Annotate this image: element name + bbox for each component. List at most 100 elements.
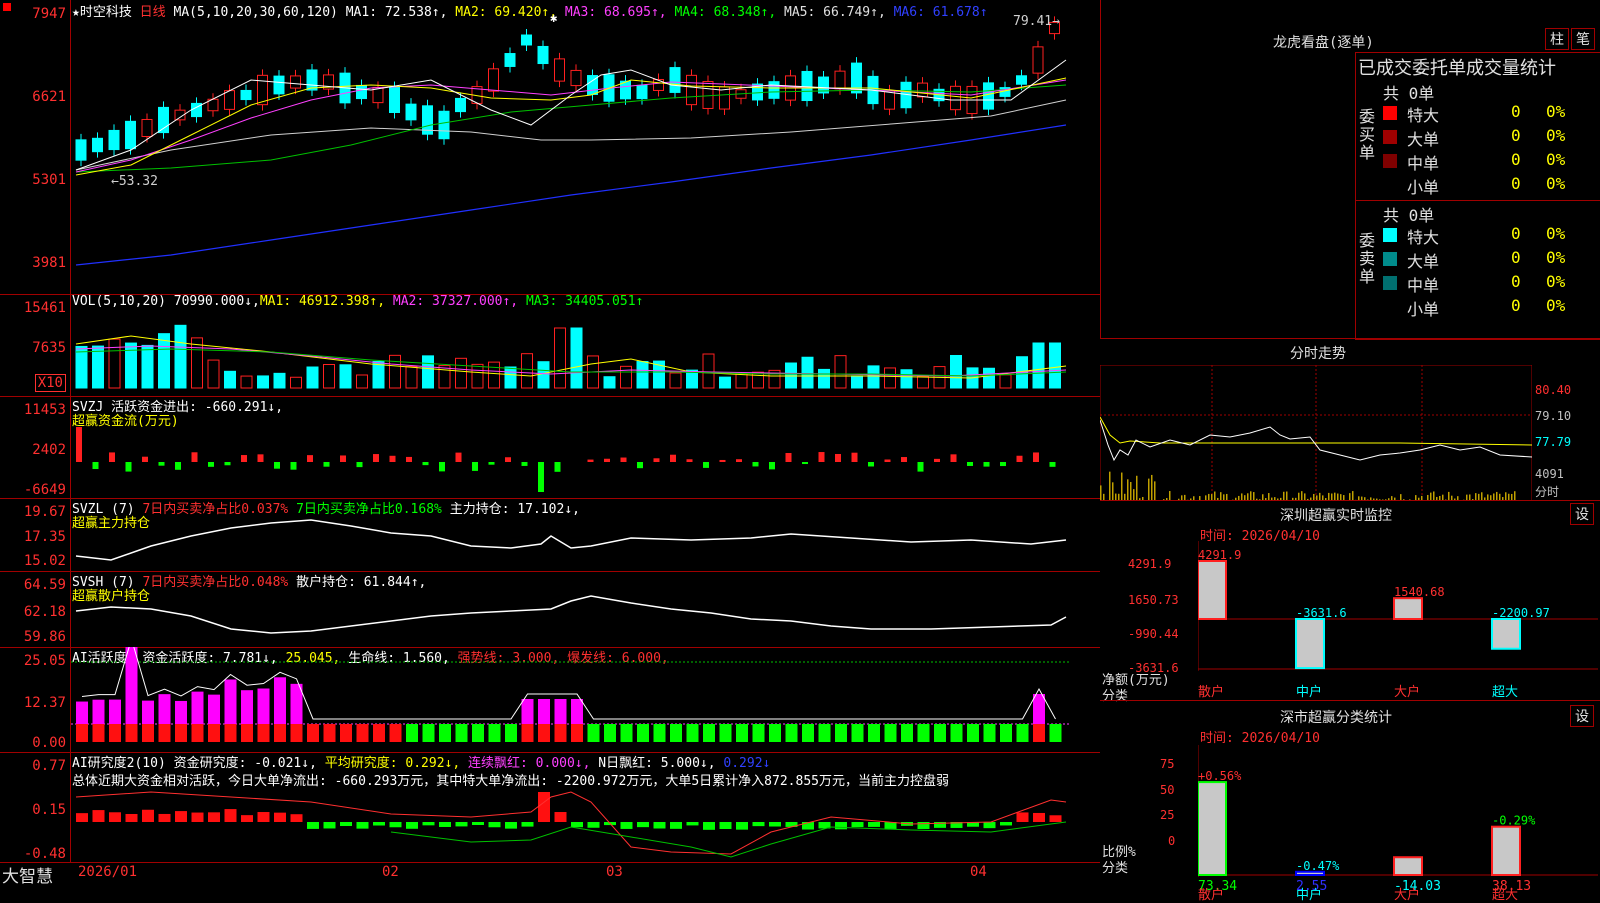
activity-bar	[225, 679, 237, 724]
lhb-cell: 0%	[1546, 150, 1565, 169]
flow-bar	[522, 462, 528, 466]
candle	[109, 124, 119, 155]
candle	[505, 48, 515, 73]
legend-swatch	[1383, 252, 1397, 266]
flow-bar	[159, 462, 165, 466]
category-label: 大户	[1394, 684, 1420, 700]
flow-bar	[340, 455, 346, 462]
candle	[439, 105, 449, 144]
activity-bar	[109, 724, 121, 742]
flow-bar	[934, 459, 940, 462]
activity-bar	[192, 692, 204, 724]
activity-bar	[1033, 694, 1045, 724]
research-bar	[307, 822, 319, 829]
volume-bar	[885, 368, 896, 388]
category-label: 散户	[1198, 884, 1224, 903]
activity-bar	[1050, 724, 1062, 742]
research-bar	[1017, 812, 1029, 822]
activity-bar	[571, 724, 583, 742]
flow-bar	[736, 459, 742, 462]
activity-bar	[241, 690, 253, 724]
lhb-cell: 大单	[1407, 126, 1439, 150]
candle	[918, 77, 928, 103]
research-bar	[241, 815, 253, 822]
candle	[76, 134, 86, 166]
flow-bar	[142, 457, 148, 462]
flow-bar	[109, 452, 115, 462]
category-label: 大户	[1394, 884, 1420, 903]
kline-chart[interactable]: ←53.32 79.41→ ✱	[71, 0, 1099, 294]
candle	[324, 69, 334, 95]
kline-panel: 7947 6621 5301 3981 ★时空科技 日线 MA(5,10,20,…	[0, 0, 1100, 295]
pct-label: -0.29%	[1492, 814, 1536, 828]
volume-bar	[720, 377, 731, 388]
activity-bar	[984, 724, 996, 742]
bar	[1492, 827, 1520, 875]
volume-bar	[522, 354, 533, 388]
logo: 大智慧	[2, 862, 53, 887]
bar	[1198, 782, 1226, 875]
research-bar	[670, 822, 682, 829]
candle	[555, 53, 565, 87]
volume-bar	[753, 372, 764, 388]
flow-bar	[621, 458, 627, 462]
flow-bar	[1033, 452, 1039, 462]
volume-bar	[571, 328, 582, 388]
research-bar	[555, 812, 567, 822]
candle	[769, 76, 779, 105]
svsh-panel: 64.59 62.18 59.86 SVSH (7) 7日内买卖净占比0.048…	[0, 571, 1100, 648]
intraday-chart	[1100, 365, 1532, 501]
activity-bar	[951, 724, 963, 742]
volume-bar	[489, 362, 500, 388]
activity-bar	[670, 724, 682, 742]
activity-bar	[489, 724, 501, 742]
volume-bar	[1050, 343, 1061, 388]
research-bar	[769, 822, 781, 827]
flow-bar	[901, 457, 907, 462]
research-bar	[406, 822, 418, 829]
category-label: 超大	[1492, 884, 1518, 903]
lhb-cell: 0%	[1546, 272, 1565, 291]
activity-bar	[753, 724, 765, 742]
settings-button-2[interactable]: 设	[1570, 705, 1594, 727]
activity-bar	[505, 724, 517, 742]
legend-swatch	[1383, 228, 1397, 242]
research-bar	[357, 822, 369, 829]
volume-bar	[637, 362, 648, 388]
activity-bar	[621, 724, 633, 742]
flow-bar	[225, 462, 231, 465]
candle	[192, 97, 202, 122]
candle	[423, 100, 433, 140]
research-bar	[159, 814, 171, 822]
lhb-cell: 0%	[1546, 102, 1565, 121]
ai-activity-panel: 25.05 12.37 0.00 AI活跃度2 资金活跃度: 7.781↓, 2…	[0, 647, 1100, 753]
activity-bar	[258, 724, 270, 742]
activity-bar	[868, 724, 880, 742]
flow-bar	[687, 459, 693, 462]
volume-bar	[291, 377, 302, 388]
research-bar	[192, 813, 204, 822]
activity-bar	[291, 724, 303, 742]
column-view-button[interactable]: 柱	[1545, 28, 1569, 50]
volume-bar	[159, 334, 170, 388]
activity-bar	[93, 700, 105, 724]
flow-bar	[588, 460, 594, 462]
settings-button[interactable]: 设	[1570, 503, 1594, 525]
volume-bar	[357, 375, 368, 388]
data-label: 4291.9	[1198, 548, 1241, 562]
flow-bar	[984, 462, 990, 467]
research-bar	[654, 822, 666, 829]
flow-bar	[208, 462, 214, 467]
tick-view-button[interactable]: 笔	[1571, 28, 1595, 50]
volume-bar	[1033, 343, 1044, 388]
candle	[522, 29, 532, 51]
activity-bar	[819, 724, 831, 742]
activity-bar	[654, 724, 666, 742]
volume-bar	[439, 366, 450, 388]
activity-bar	[472, 724, 484, 742]
activity-bar	[142, 701, 154, 724]
volume-bar	[555, 328, 566, 388]
activity-bar	[522, 699, 534, 724]
activity-bar	[159, 724, 171, 742]
volume-bar	[258, 376, 269, 388]
